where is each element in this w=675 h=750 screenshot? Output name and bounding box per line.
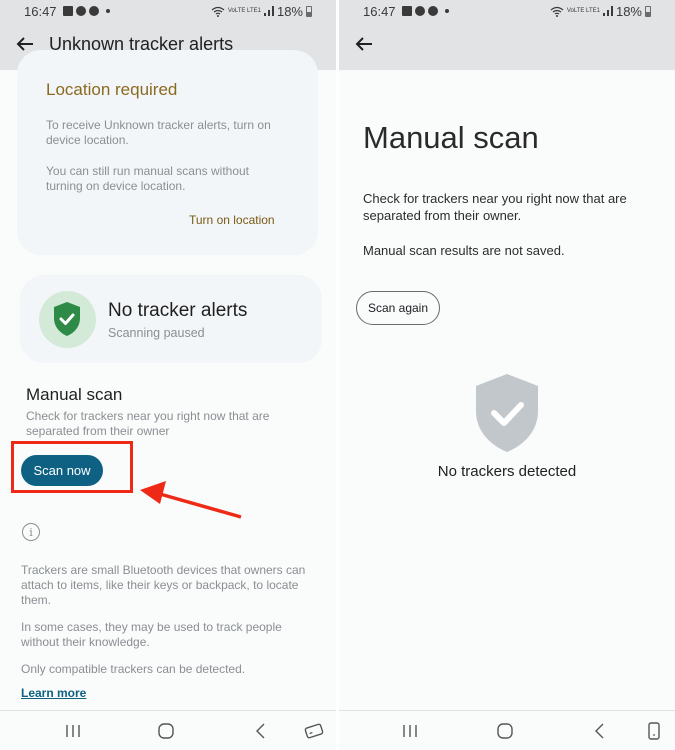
no-tracker-alerts-title: No tracker alerts [108,300,248,321]
back-nav-icon[interactable] [250,721,272,741]
more-notifications-icon [444,9,449,13]
manual-scan-title: Manual scan [363,120,539,155]
shield-check-icon [54,302,80,336]
scan-again-button[interactable]: Scan again [356,291,440,325]
recent-apps-icon[interactable] [62,721,84,741]
turn-on-location-button[interactable]: Turn on location [189,213,275,227]
compatibility-text: Only compatible trackers can be detected… [21,662,246,676]
wifi-icon [211,6,225,17]
signal-icon [263,6,274,16]
gallery-notification-icon [62,6,73,16]
network-type: VoLTE LTE1 [227,8,261,14]
info-icon: i [22,523,40,541]
manual-scan-description: Check for trackers near you right now th… [26,409,270,438]
app-bar: 16:47 VoLTE LTE1 18% [339,0,675,70]
manual-scan-description: Check for trackers near you right now th… [363,191,627,223]
battery-icon [306,5,312,17]
status-time: 16:47 [24,3,57,19]
rotate-screen-icon[interactable] [303,721,325,741]
location-required-title: Location required [46,80,178,99]
navigation-bar [0,710,336,750]
tracker-misuse-text: In some cases, they may be used to track… [21,620,282,649]
no-trackers-detected-text: No trackers detected [437,463,577,480]
facebook-notification-icon [75,6,86,16]
left-screen: 16:47 VoLTE LTE1 18% Unknown tracker ale… [0,0,336,750]
status-bar: 16:47 VoLTE LTE1 18% [363,3,651,19]
facebook-notification-icon [414,6,425,16]
highlight-box-annotation [11,441,133,493]
facebook-notification-icon [88,6,99,16]
manual-scan-note: You can still run manual scans without t… [46,164,250,193]
wifi-icon [550,6,564,17]
location-text: To receive Unknown tracker alerts, turn … [46,118,271,147]
status-time: 16:47 [363,3,396,19]
facebook-notification-icon [427,6,438,16]
gallery-notification-icon [401,6,412,16]
back-arrow-icon[interactable] [353,33,375,55]
red-arrow-annotation [140,481,242,519]
back-nav-icon[interactable] [589,721,611,741]
status-bar: 16:47 VoLTE LTE1 18% [24,3,312,19]
home-icon[interactable] [155,721,177,741]
right-screen: 16:47 VoLTE LTE1 18% Manual scan Check f… [339,0,675,750]
recent-apps-icon[interactable] [399,721,421,741]
navigation-bar [339,710,675,750]
tracker-info-text: Trackers are small Bluetooth devices tha… [21,563,306,607]
shield-check-icon [476,374,538,452]
learn-more-link[interactable]: Learn more [21,686,86,700]
scanning-status: Scanning paused [108,326,205,340]
battery-icon [645,5,651,17]
results-not-saved-note: Manual scan results are not saved. [363,243,565,258]
manual-scan-title: Manual scan [26,385,123,404]
home-icon[interactable] [494,721,516,741]
battery-percent: 18% [615,3,642,19]
signal-icon [602,6,613,16]
battery-percent: 18% [276,3,303,19]
keyboard-hide-icon[interactable] [643,721,665,741]
more-notifications-icon [105,9,110,13]
network-type: VoLTE LTE1 [566,8,600,14]
